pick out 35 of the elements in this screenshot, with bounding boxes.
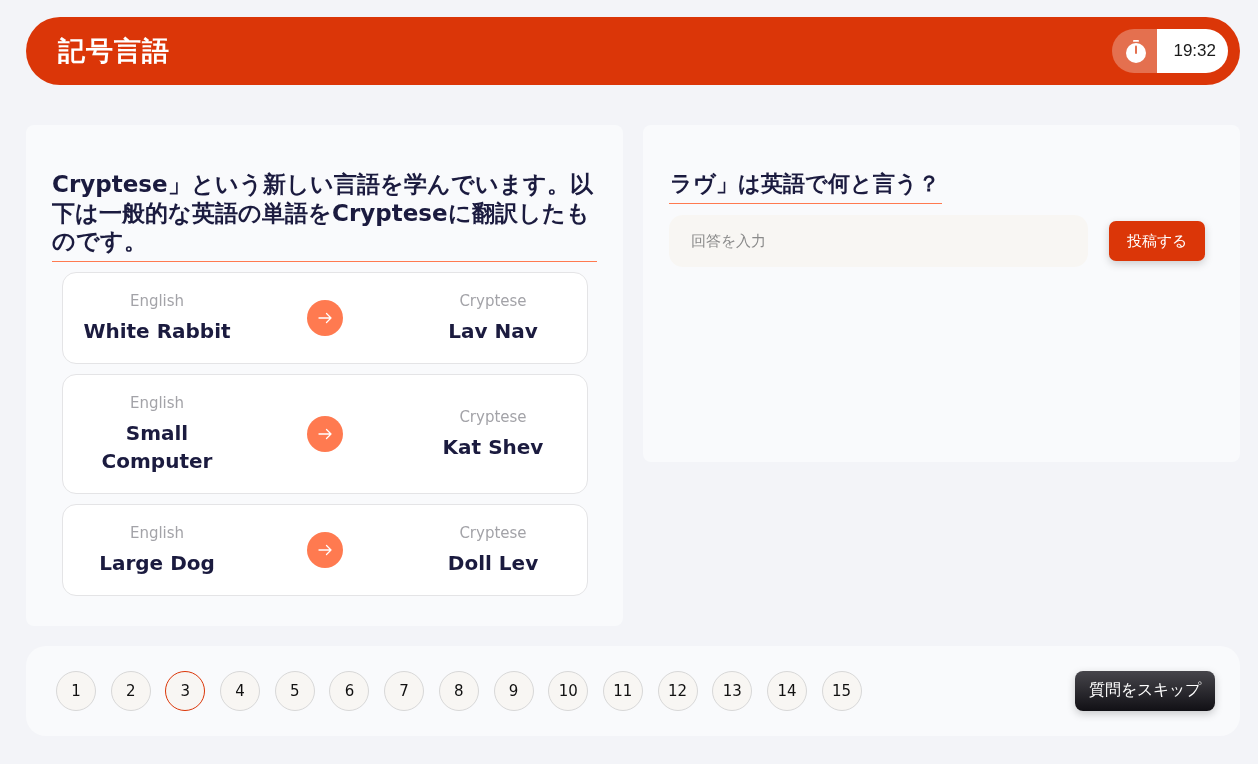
language-label: Cryptese: [459, 406, 527, 427]
page-button[interactable]: 12: [657, 670, 698, 711]
page-button[interactable]: 3: [165, 670, 206, 711]
cryptese-phrase: Lav Nav: [448, 317, 538, 345]
page-button[interactable]: 10: [548, 670, 589, 711]
language-label: English: [129, 290, 185, 311]
page-button[interactable]: 15: [821, 670, 862, 711]
language-label: English: [129, 522, 185, 543]
page-button[interactable]: 1: [56, 670, 96, 711]
english-phrase: Large Dog: [99, 549, 215, 577]
language-label: English: [129, 392, 185, 413]
stopwatch-icon: [1112, 29, 1158, 73]
submit-button[interactable]: 投稿する: [1109, 221, 1205, 261]
page-button[interactable]: 5: [274, 670, 315, 711]
cryptese-phrase: Kat Shev: [442, 433, 544, 461]
answer-field[interactable]: 回答を入力: [669, 215, 1088, 267]
question-text: ラヴ」は英語で何と言う？: [669, 169, 942, 204]
cryptese-phrase: Doll Lev: [447, 549, 539, 577]
english-phrase: Small Computer: [100, 419, 214, 475]
page-button[interactable]: 7: [384, 670, 425, 711]
page-button[interactable]: 6: [329, 670, 370, 711]
app-title: 記号言語: [58, 34, 170, 68]
page-button[interactable]: 14: [766, 670, 807, 711]
english-phrase: White Rabbit: [83, 317, 231, 345]
page-button[interactable]: 2: [110, 670, 151, 711]
page-button[interactable]: 8: [438, 670, 479, 711]
page-button[interactable]: 9: [493, 670, 534, 711]
skip-button[interactable]: 質問をスキップ: [1075, 670, 1215, 711]
language-label: Cryptese: [459, 290, 527, 311]
page-button[interactable]: 4: [220, 670, 261, 711]
instructions-text: Cryptese」という新しい言語を学んでいます。以下は一般的な英語の単語をCrypteseに翻訳したものです。: [52, 170, 597, 262]
timer-text: 19:32: [1157, 29, 1228, 73]
page-button[interactable]: 11: [602, 670, 643, 711]
page-button[interactable]: 13: [712, 670, 753, 711]
language-label: Cryptese: [459, 522, 527, 543]
